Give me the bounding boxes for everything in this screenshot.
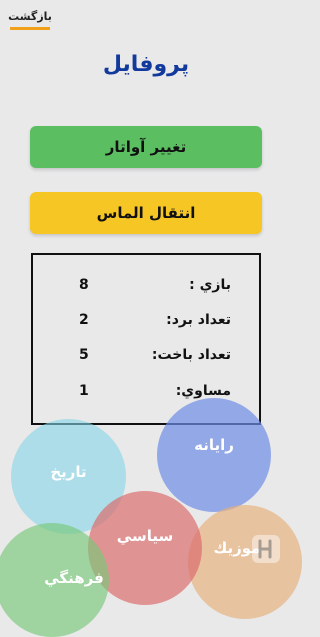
- category-computer-bubble[interactable]: رايانه: [157, 398, 271, 512]
- stat-row-losses: تعداد باخت: 5: [33, 347, 259, 371]
- stat-value: 5: [79, 347, 89, 363]
- page-title: پروفايل: [102, 52, 190, 77]
- category-culture-bubble[interactable]: فرهنگي: [0, 523, 109, 637]
- stat-label: تعداد برد:: [166, 312, 231, 328]
- category-label: فرهنگي: [44, 569, 104, 587]
- stat-label: مساوي:: [175, 383, 231, 399]
- category-label: سياسي: [116, 527, 174, 545]
- back-button[interactable]: بازگشت: [8, 6, 52, 30]
- category-label: رايانه: [194, 436, 234, 454]
- app-watermark-icon: [252, 535, 280, 563]
- stat-row-games: بازي : 8: [33, 277, 259, 301]
- change-avatar-button[interactable]: تغيير آواتار: [30, 126, 262, 168]
- stat-value: 2: [79, 312, 89, 328]
- stat-value: 1: [79, 383, 89, 399]
- stat-value: 8: [79, 277, 89, 293]
- stat-row-wins: تعداد برد: 2: [33, 312, 259, 336]
- category-label: تاريخ: [50, 462, 87, 481]
- stat-label: تعداد باخت:: [151, 347, 231, 363]
- stat-label: بازي :: [189, 277, 231, 293]
- transfer-diamond-button[interactable]: انتقال الماس: [30, 192, 262, 234]
- category-music-bubble[interactable]: موزيك: [188, 505, 302, 619]
